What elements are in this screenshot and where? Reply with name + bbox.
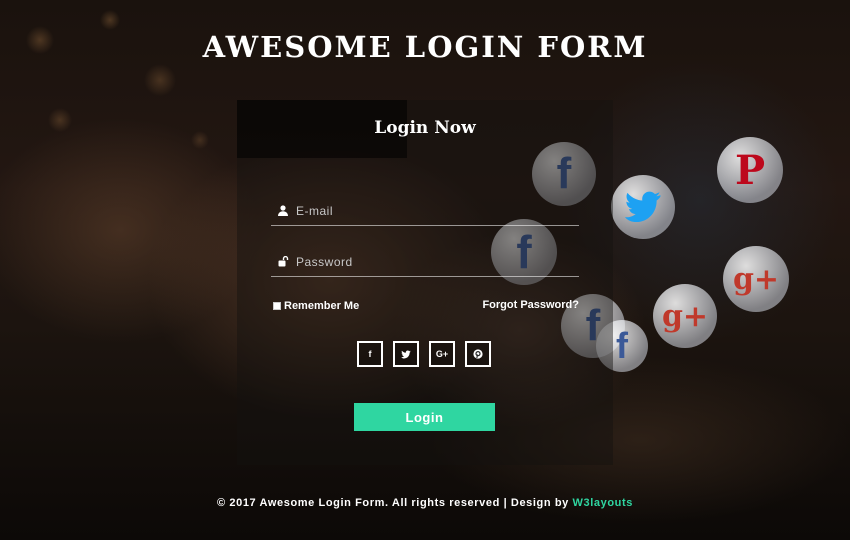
login-button[interactable]: Login [354,403,495,431]
twitter-bubble-icon [611,175,675,239]
login-heading: Login Now [374,118,476,138]
copyright-text: © 2017 Awesome Login Form. All rights re… [217,497,573,509]
remember-me-label: Remember Me [284,300,360,312]
social-login-buttons: f G+ [357,341,491,367]
email-input[interactable] [296,203,566,218]
forgot-password-link[interactable]: Forgot Password? [482,299,579,311]
pinterest-bubble-icon: P [717,137,783,203]
google-plus-icon[interactable]: G+ [429,341,455,367]
password-field[interactable] [271,247,579,277]
user-icon [276,204,290,218]
twitter-icon[interactable] [393,341,419,367]
pinterest-icon[interactable] [465,341,491,367]
google-plus-bubble-icon: g+ [653,284,717,348]
page-title: AWESOME LOGIN FORM [202,30,648,64]
footer: © 2017 Awesome Login Form. All rights re… [0,497,850,509]
email-field[interactable] [271,196,579,226]
checkbox-icon[interactable] [273,302,281,310]
password-input[interactable] [296,254,566,269]
facebook-icon[interactable]: f [357,341,383,367]
google-plus-bubble-icon: g+ [723,246,789,312]
w3layouts-link[interactable]: W3layouts [573,497,633,509]
unlock-icon [276,255,290,269]
remember-me-checkbox[interactable]: Remember Me [273,300,359,312]
